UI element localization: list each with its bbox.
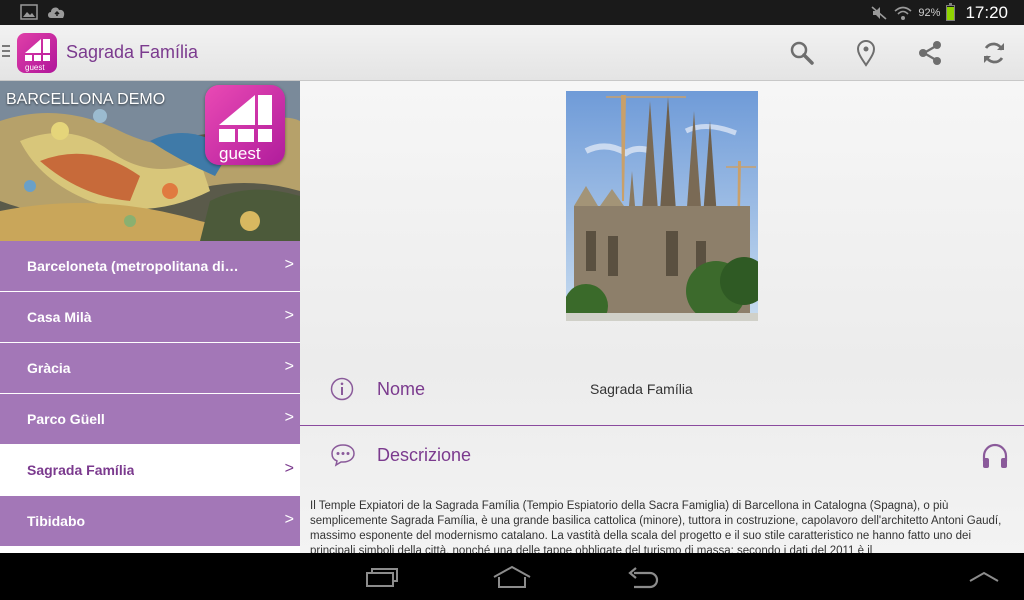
navigation-bar: [0, 553, 1024, 600]
wifi-icon: [894, 6, 912, 20]
battery-percent: 92%: [918, 7, 941, 19]
gallery-icon: [20, 4, 38, 20]
back-icon[interactable]: [620, 561, 664, 593]
svg-text:guest: guest: [219, 144, 261, 163]
refresh-icon[interactable]: [978, 37, 1010, 69]
description-row: Descrizione: [300, 439, 1024, 479]
status-bar: 92% 17:20: [0, 0, 1024, 25]
description-label: Descrizione: [377, 445, 472, 465]
sidebar: BARCELLONA DEMO guest Barceloneta (metro…: [0, 81, 300, 553]
sidebar-item-label: Gràcia: [27, 360, 71, 376]
sidebar-hero: BARCELLONA DEMO guest: [0, 81, 300, 241]
cloud-upload-icon: [48, 7, 65, 19]
headphones-icon[interactable]: [980, 441, 1010, 471]
description-text: Il Temple Expiatori de la Sagrada Famíli…: [310, 500, 1002, 553]
hero-title: BARCELLONA DEMO: [6, 91, 166, 108]
name-value: Sagrada Família: [590, 381, 693, 397]
detail-panel: Nome Sagrada Família Descrizione Il Temp…: [300, 81, 1024, 553]
app-logo[interactable]: guest: [17, 33, 57, 73]
sidebar-item-parco-guell[interactable]: Parco Güell >: [0, 394, 300, 445]
sidebar-item-tibidabo[interactable]: Tibidabo >: [0, 496, 300, 547]
home-icon[interactable]: [490, 561, 534, 593]
search-icon[interactable]: [786, 37, 818, 69]
divider: [300, 425, 1024, 426]
info-icon: [330, 377, 354, 401]
chevron-right-icon: >: [284, 511, 294, 528]
chevron-up-icon[interactable]: [962, 561, 1006, 593]
place-photo[interactable]: [566, 91, 758, 321]
sidebar-item-sagrada-familia[interactable]: Sagrada Família >: [0, 445, 300, 496]
chevron-right-icon: >: [284, 460, 294, 477]
name-label: Nome: [377, 379, 426, 399]
chevron-right-icon: >: [284, 307, 294, 324]
sidebar-item-label: Parco Güell: [27, 411, 105, 427]
share-icon[interactable]: [914, 37, 946, 69]
sidebar-item-barceloneta[interactable]: Barceloneta (metropolitana di… >: [0, 241, 300, 292]
sidebar-item-gracia[interactable]: Gràcia >: [0, 343, 300, 394]
chevron-right-icon: >: [284, 409, 294, 426]
battery-icon: [946, 3, 956, 21]
sidebar-item-label: Tibidabo: [27, 513, 86, 529]
sidebar-item-label: Sagrada Família: [27, 462, 135, 478]
sidebar-item-label: Barceloneta (metropolitana di…: [27, 258, 239, 274]
mute-icon: [871, 6, 887, 20]
chevron-right-icon: >: [284, 358, 294, 375]
sidebar-item-label: Casa Milà: [27, 309, 92, 325]
speech-bubble-icon: [331, 444, 355, 467]
guest-logo: guest: [205, 85, 285, 165]
page-title: Sagrada Família: [66, 42, 199, 62]
name-row: Nome Sagrada Família: [300, 369, 1024, 425]
svg-text:guest: guest: [25, 63, 45, 72]
drawer-menu-icon[interactable]: [2, 45, 10, 59]
recent-apps-icon[interactable]: [360, 561, 404, 593]
location-pin-icon[interactable]: [850, 37, 882, 69]
clock: 17:20: [965, 3, 1008, 22]
sidebar-item-casa-mila[interactable]: Casa Milà >: [0, 292, 300, 343]
chevron-right-icon: >: [284, 256, 294, 273]
action-bar: guest Sagrada Família: [0, 25, 1024, 81]
